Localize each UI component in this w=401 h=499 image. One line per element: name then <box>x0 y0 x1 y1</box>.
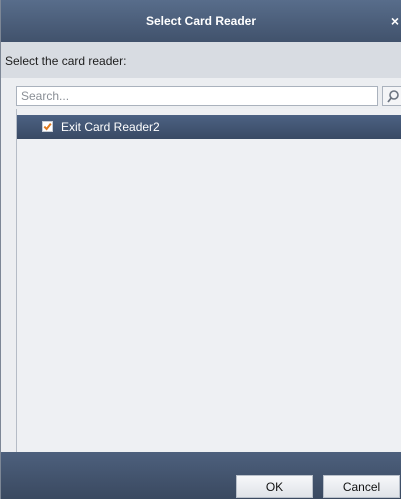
dialog-footer: OK Cancel <box>1 452 401 499</box>
dialog-title-bar: Select Card Reader × <box>1 0 401 42</box>
card-reader-checkbox[interactable] <box>42 121 53 132</box>
search-button[interactable] <box>382 86 401 106</box>
card-reader-label: Exit Card Reader2 <box>61 120 160 134</box>
close-icon[interactable]: × <box>391 0 399 42</box>
dialog-title: Select Card Reader <box>145 14 257 28</box>
select-prompt-label: Select the card reader: <box>5 54 127 68</box>
search-icon <box>387 90 399 103</box>
prompt-bar: Select the card reader: <box>1 42 401 78</box>
checkmark-icon <box>43 122 52 131</box>
list-item[interactable]: Exit Card Reader2 <box>17 115 401 139</box>
cancel-button[interactable]: Cancel <box>323 475 400 498</box>
card-reader-list: Exit Card Reader2 <box>16 109 401 452</box>
search-input[interactable] <box>16 86 378 106</box>
select-card-reader-dialog: Select Card Reader × Select the card rea… <box>0 0 401 499</box>
ok-button[interactable]: OK <box>236 475 313 498</box>
search-box <box>16 86 401 106</box>
